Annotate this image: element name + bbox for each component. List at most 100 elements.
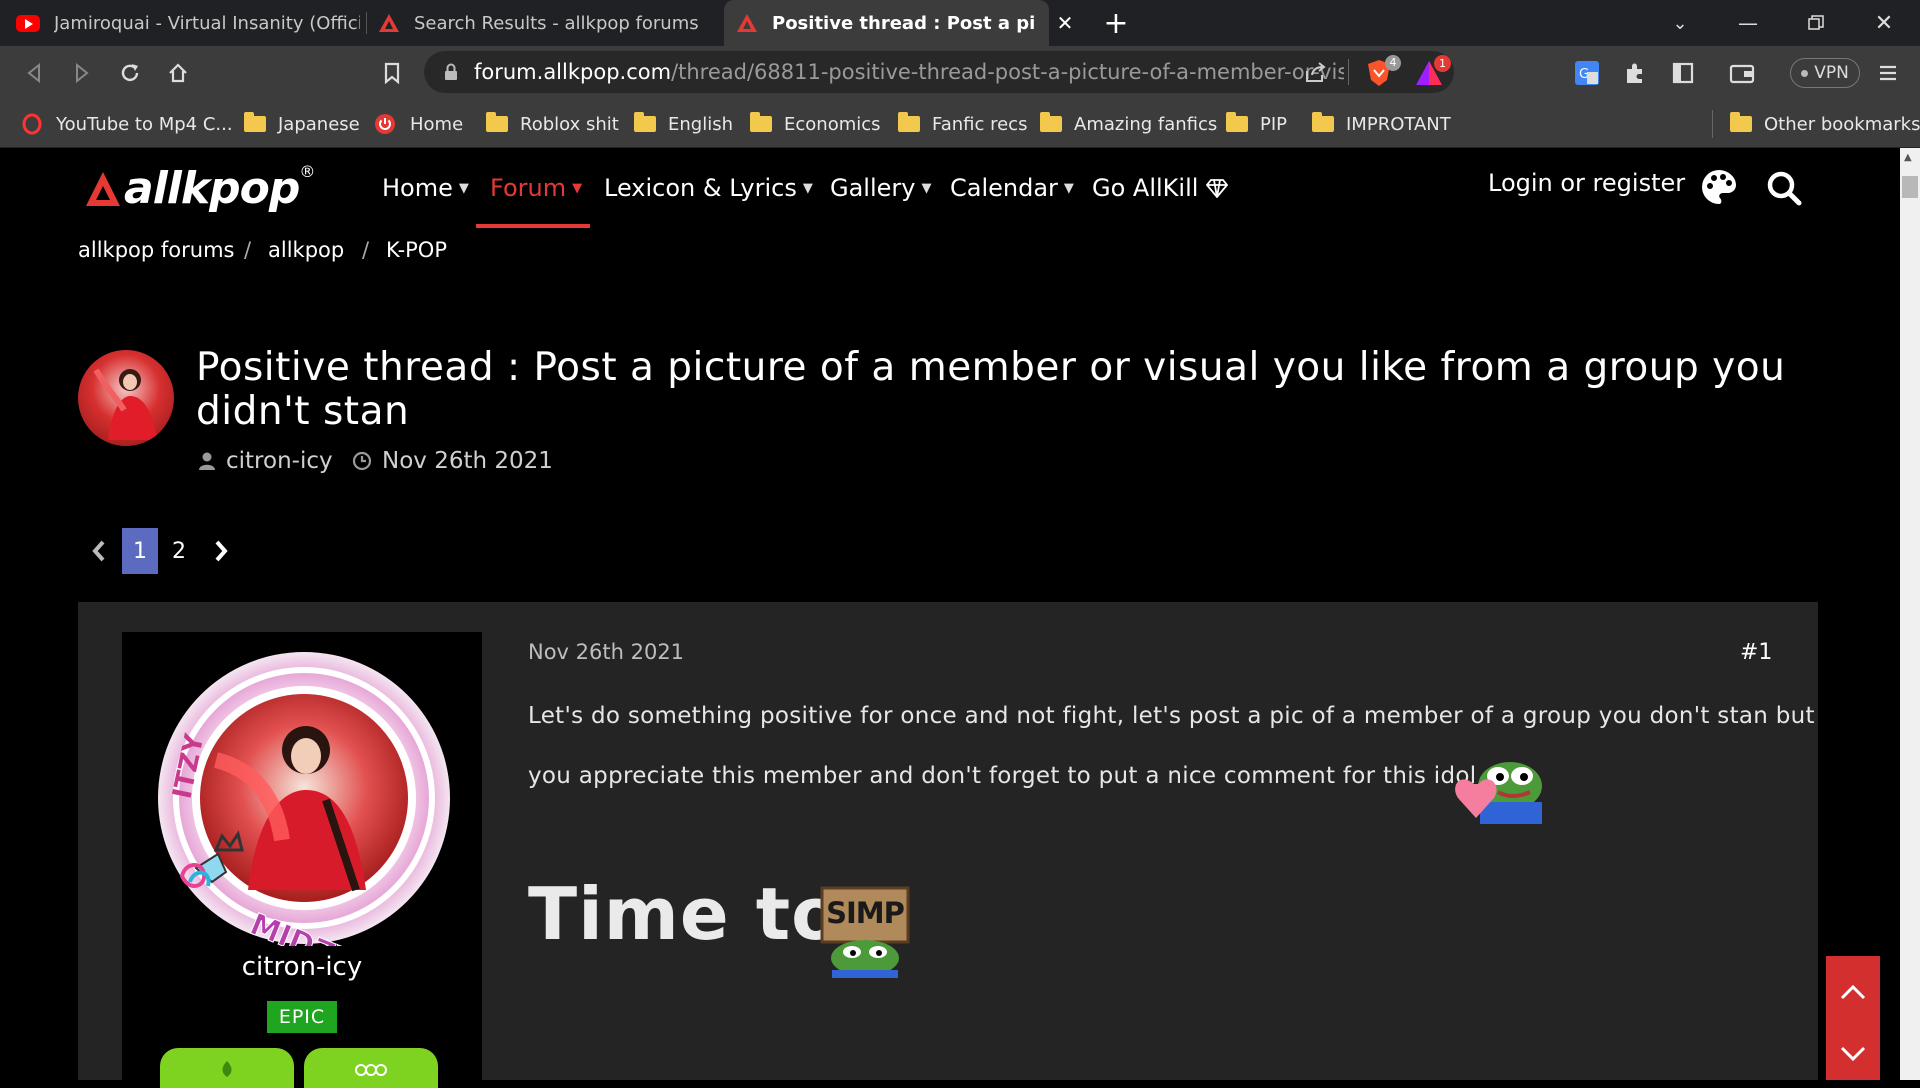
rings-icon [355, 1064, 387, 1076]
brave-shield-badge: 4 [1385, 55, 1401, 71]
bookmark-icon[interactable] [374, 46, 410, 100]
folder-icon [1226, 112, 1248, 132]
tab-divider [366, 12, 367, 34]
chevron-down-icon: ▼ [802, 180, 813, 196]
palette-icon[interactable] [1700, 168, 1738, 210]
rank-badge: EPIC [267, 1001, 337, 1033]
search-icon[interactable] [1766, 170, 1802, 210]
tab-youtube[interactable]: Jamiroquai - Virtual Insanity (Official … [16, 0, 360, 46]
bookmark-fanfic-recs[interactable]: Fanfic recs [898, 100, 1027, 148]
share-icon[interactable] [1304, 61, 1328, 87]
chevron-up-icon [1840, 984, 1866, 1000]
scroll-up-arrow-icon[interactable]: ▲ [1904, 152, 1912, 163]
vpn-button[interactable]: VPN [1790, 46, 1860, 100]
site-logo[interactable]: allkpop ® [84, 158, 315, 218]
diamond-icon [1206, 179, 1229, 198]
bookmark-improtant[interactable]: IMPROTANT [1312, 100, 1451, 148]
user-icon [199, 452, 215, 470]
close-tab-icon[interactable]: ✕ [1052, 0, 1078, 46]
reload-icon[interactable] [112, 46, 148, 100]
url-text[interactable]: forum.allkpop.com/thread/68811-positive-… [474, 60, 1344, 84]
breadcrumb-kpop[interactable]: K-POP [386, 238, 447, 262]
nav-home[interactable]: Home ▼ [382, 148, 469, 228]
allkpop-icon [737, 14, 757, 32]
pepe-simp-emoji: SIMP [818, 886, 912, 978]
nav-calendar[interactable]: Calendar ▼ [950, 148, 1074, 228]
nav-lexicon-lyrics[interactable]: Lexicon & Lyrics ▼ [604, 148, 813, 228]
folder-icon [1040, 112, 1062, 132]
post-date[interactable]: Nov 26th 2021 [528, 640, 684, 664]
allkpop-logo-icon [86, 172, 120, 206]
scroll-to-top-button[interactable] [1826, 956, 1880, 1028]
post-number[interactable]: #1 [1740, 640, 1772, 665]
page-scrollbar[interactable] [1900, 148, 1920, 1080]
pagination-next-icon[interactable] [206, 528, 236, 574]
bookmark-pip[interactable]: PIP [1226, 100, 1287, 148]
post-author-name[interactable]: citron-icy [122, 952, 482, 982]
close-window-icon[interactable]: ✕ [1864, 0, 1904, 46]
translate-icon[interactable]: G [1570, 46, 1604, 100]
minimize-icon[interactable]: — [1728, 0, 1768, 46]
chevron-down-icon: ▼ [572, 180, 583, 196]
extensions-icon[interactable] [1618, 46, 1652, 100]
restore-icon[interactable] [1796, 0, 1836, 46]
pagination-page-2[interactable]: 2 [162, 528, 196, 574]
nav-forum[interactable]: Forum ▼ [490, 148, 582, 228]
folder-icon [898, 112, 920, 132]
bookmark-home[interactable]: Home [374, 100, 463, 148]
allkpop-icon [379, 14, 399, 32]
chevron-down-icon [1840, 1046, 1866, 1062]
post-author-avatar[interactable]: ITZY MIDZY [156, 650, 452, 981]
bookmarks-divider [1712, 110, 1713, 138]
simp-sign-text: SIMP [826, 896, 905, 930]
bookmark-economics[interactable]: Economics [750, 100, 881, 148]
folder-icon [634, 112, 656, 132]
forward-icon[interactable] [64, 46, 100, 100]
breadcrumb-allkpop-forums[interactable]: allkpop forums [78, 238, 234, 262]
menu-icon[interactable] [1874, 46, 1902, 100]
clock-icon [352, 451, 372, 471]
home-icon[interactable] [160, 46, 196, 100]
thread-author-avatar[interactable] [78, 350, 174, 446]
tab-positive-thread[interactable]: Positive thread : Post a picture of [724, 0, 1049, 46]
sidebar-icon[interactable] [1666, 46, 1700, 100]
bookmark-amazing-fanfics[interactable]: Amazing fanfics [1040, 100, 1217, 148]
thread-date: Nov 26th 2021 [352, 448, 553, 474]
pepe-heart-emoji [1450, 756, 1546, 824]
address-bar[interactable]: forum.allkpop.com/thread/68811-positive-… [424, 51, 1454, 93]
omnibox-divider [1348, 59, 1349, 85]
trophy-badge-left[interactable] [160, 1048, 294, 1088]
bookmark-youtube-to-mp4[interactable]: YouTube to Mp4 C... [22, 100, 233, 148]
tab-search-icon[interactable]: ⌄ [1662, 0, 1698, 46]
breadcrumb-allkpop[interactable]: allkpop [268, 238, 344, 262]
power-icon [375, 114, 395, 134]
folder-icon [1312, 112, 1334, 132]
other-bookmarks[interactable]: Other bookmarks [1730, 100, 1920, 148]
scroll-to-bottom-button[interactable] [1826, 1028, 1880, 1080]
folder-icon [244, 112, 266, 132]
trophy-badge-right[interactable] [304, 1048, 438, 1088]
vpn-status-dot [1801, 69, 1809, 77]
wallet-icon[interactable] [1722, 46, 1762, 100]
pagination-prev-icon[interactable] [84, 528, 114, 574]
chevron-down-icon: ▼ [458, 180, 469, 196]
bookmark-japanese[interactable]: Japanese [244, 100, 360, 148]
chevron-down-icon: ▼ [1063, 180, 1074, 196]
bookmark-english[interactable]: English [634, 100, 733, 148]
back-icon[interactable] [16, 46, 52, 100]
breadcrumb-separator: / [244, 238, 252, 262]
brave-rewards-badge: 1 [1434, 55, 1451, 72]
login-register-link[interactable]: Login or register [1488, 148, 1685, 218]
thread-author[interactable]: citron-icy [198, 448, 333, 474]
leaf-icon [222, 1061, 232, 1077]
post-text-line-1: Let's do something positive for once and… [528, 703, 1815, 729]
nav-gallery[interactable]: Gallery ▼ [830, 148, 931, 228]
tab-title: Search Results - allkpop forums [414, 12, 699, 34]
bookmark-roblox-shit[interactable]: Roblox shit [486, 100, 619, 148]
scrollbar-thumb[interactable] [1902, 176, 1918, 198]
new-tab-button[interactable]: + [1098, 0, 1134, 46]
nav-go-allkill[interactable]: Go AllKill [1092, 148, 1229, 228]
tab-search-results[interactable]: Search Results - allkpop forums [378, 0, 708, 46]
pagination-page-1[interactable]: 1 [122, 528, 158, 574]
time-to-heading: Time to [528, 872, 842, 956]
